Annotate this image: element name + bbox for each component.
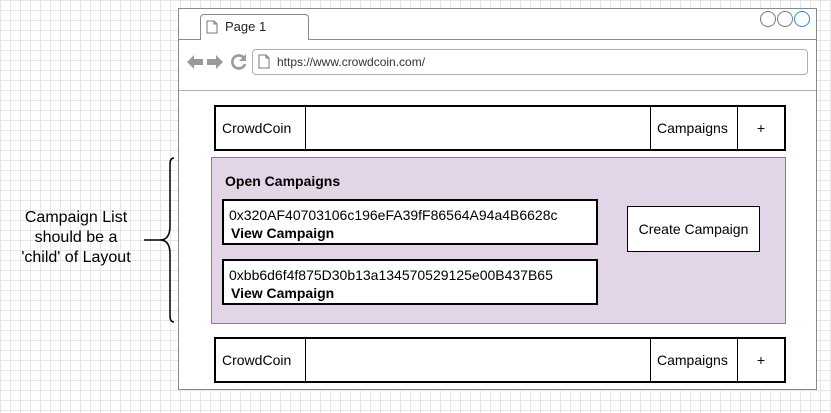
page-icon: [206, 20, 218, 34]
forward-arrow-icon[interactable]: [206, 54, 224, 70]
nav-divider: [305, 339, 306, 381]
create-campaign-button[interactable]: Create Campaign: [627, 206, 760, 252]
toolbar-divider: [179, 90, 816, 91]
page-icon: [258, 54, 270, 69]
annotation-line: 'child' of Layout: [21, 249, 131, 266]
curly-brace: [144, 157, 175, 323]
url-text: https://www.crowdcoin.com/: [277, 55, 426, 69]
brand-link[interactable]: CrowdCoin: [216, 339, 306, 381]
campaign-card: 0xbb6d6f4f875D30b13a134570529125e00B437B…: [222, 259, 598, 305]
view-campaign-link[interactable]: View Campaign: [229, 284, 596, 302]
annotation-line: should be a: [34, 229, 118, 246]
minimize-icon[interactable]: [760, 11, 776, 27]
add-button[interactable]: +: [738, 339, 784, 381]
header-navbar: CrowdCoin Campaigns +: [214, 105, 786, 151]
list-title: Open Campaigns: [225, 173, 341, 189]
campaign-address: 0xbb6d6f4f875D30b13a134570529125e00B437B…: [229, 267, 553, 283]
campaigns-link[interactable]: Campaigns: [651, 339, 737, 381]
back-arrow-icon[interactable]: [186, 54, 204, 70]
close-icon[interactable]: [794, 11, 810, 27]
nav-divider: [305, 107, 306, 149]
footer-navbar: CrowdCoin Campaigns +: [214, 337, 786, 383]
annotation-line: Campaign List: [24, 209, 128, 226]
view-campaign-link[interactable]: View Campaign: [229, 224, 596, 242]
url-bar[interactable]: https://www.crowdcoin.com/: [252, 49, 808, 75]
campaign-card: 0x320AF40703106c196eFA39fF86564A94a4B662…: [222, 199, 598, 245]
add-button[interactable]: +: [738, 107, 784, 149]
annotation-text: Campaign List should be a 'child' of Lay…: [6, 208, 146, 268]
brand-link[interactable]: CrowdCoin: [216, 107, 306, 149]
maximize-icon[interactable]: [777, 11, 793, 27]
reload-icon[interactable]: [230, 53, 248, 71]
tab-title: Page 1: [225, 19, 267, 34]
campaigns-link[interactable]: Campaigns: [651, 107, 737, 149]
campaign-address: 0x320AF40703106c196eFA39fF86564A94a4B662…: [229, 207, 558, 223]
